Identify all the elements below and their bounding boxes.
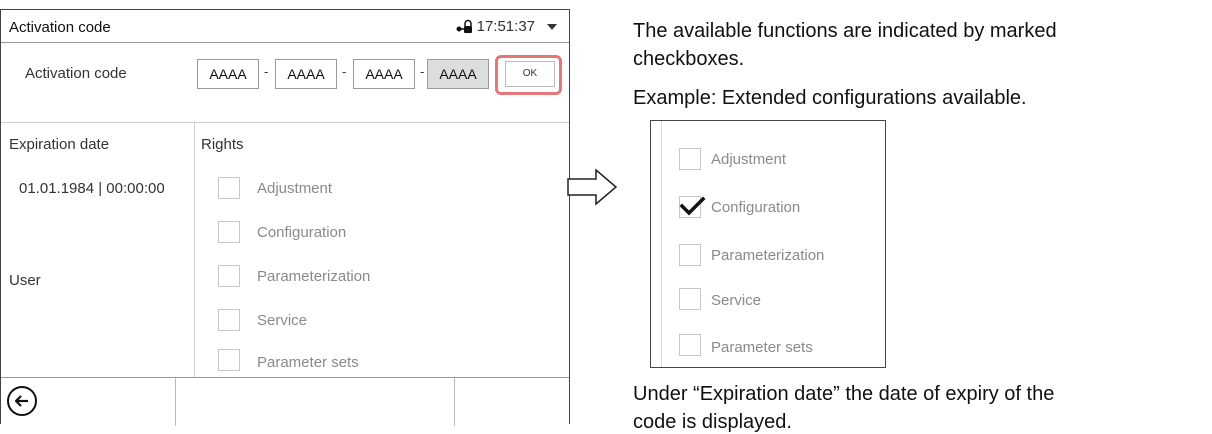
checkbox-parameterization[interactable] bbox=[218, 265, 240, 287]
checkbox-label: Service bbox=[257, 312, 308, 329]
code-separator: - bbox=[342, 64, 347, 79]
footer-divider bbox=[454, 378, 455, 426]
example-checkbox-panel: Adjustment Configuration Parameterizatio… bbox=[650, 120, 886, 368]
right-arrow-icon bbox=[567, 168, 618, 206]
padlock-key-icon bbox=[456, 19, 472, 33]
divider bbox=[1, 122, 569, 123]
back-arrow-icon bbox=[14, 395, 28, 407]
rights-label: Rights bbox=[201, 136, 244, 153]
dropdown-caret-icon[interactable] bbox=[547, 23, 557, 30]
activation-code-label: Activation code bbox=[25, 65, 127, 82]
panel-divider bbox=[661, 121, 662, 367]
doc-line: The available functions are indicated by… bbox=[633, 20, 1057, 42]
example-checkbox-service bbox=[679, 288, 701, 310]
clock-time: 17:51:37 bbox=[476, 18, 535, 35]
title-bar: Activation code 17:51:37 bbox=[1, 10, 569, 43]
status-area[interactable]: 17:51:37 bbox=[455, 18, 557, 35]
checkbox-label: Service bbox=[711, 292, 762, 309]
doc-line: Example: Extended configurations availab… bbox=[633, 87, 1027, 109]
example-checkbox-configuration bbox=[679, 196, 706, 218]
code-separator: - bbox=[264, 64, 269, 79]
code-segment-4[interactable]: AAAA bbox=[427, 59, 489, 89]
code-segment-3[interactable]: AAAA bbox=[353, 59, 415, 89]
example-checkbox-parameterization bbox=[679, 244, 701, 266]
doc-line: Under “Expiration date” the date of expi… bbox=[633, 383, 1055, 405]
device-screen: Activation code 17:51:37 Activation code… bbox=[0, 9, 570, 426]
checkbox-label: Parameter sets bbox=[711, 339, 813, 356]
checkbox-label: Configuration bbox=[711, 199, 801, 216]
user-label: User bbox=[9, 272, 41, 289]
checkmark-icon bbox=[679, 196, 706, 216]
code-segment-1[interactable]: AAAA bbox=[197, 59, 259, 89]
checkbox-label: Parameterization bbox=[711, 247, 825, 264]
checkbox-label: Adjustment bbox=[711, 151, 787, 168]
expiration-date-value: 01.01.1984 | 00:00:00 bbox=[19, 180, 165, 197]
ok-button-highlight bbox=[495, 55, 562, 95]
checkbox-label: Adjustment bbox=[257, 180, 333, 197]
checkbox-configuration[interactable] bbox=[218, 221, 240, 243]
checkbox-adjustment[interactable] bbox=[218, 177, 240, 199]
doc-line: checkboxes. bbox=[633, 48, 745, 70]
footer-bar bbox=[1, 377, 569, 426]
footer-divider bbox=[175, 378, 176, 426]
checkbox-label: Parameter sets bbox=[257, 354, 359, 371]
checkbox-label: Parameterization bbox=[257, 268, 371, 285]
example-checkbox-adjustment bbox=[679, 148, 701, 170]
code-separator: - bbox=[420, 64, 425, 79]
expiration-date-label: Expiration date bbox=[9, 136, 110, 153]
code-segment-2[interactable]: AAAA bbox=[275, 59, 337, 89]
checkbox-parameter-sets[interactable] bbox=[218, 349, 240, 371]
checkbox-service[interactable] bbox=[218, 309, 240, 331]
column-divider bbox=[194, 123, 195, 377]
checkbox-label: Configuration bbox=[257, 224, 347, 241]
doc-line: code is displayed. bbox=[633, 411, 792, 433]
example-checkbox-parameter-sets bbox=[679, 334, 701, 356]
page-title: Activation code bbox=[9, 19, 111, 36]
back-button[interactable] bbox=[7, 386, 37, 416]
